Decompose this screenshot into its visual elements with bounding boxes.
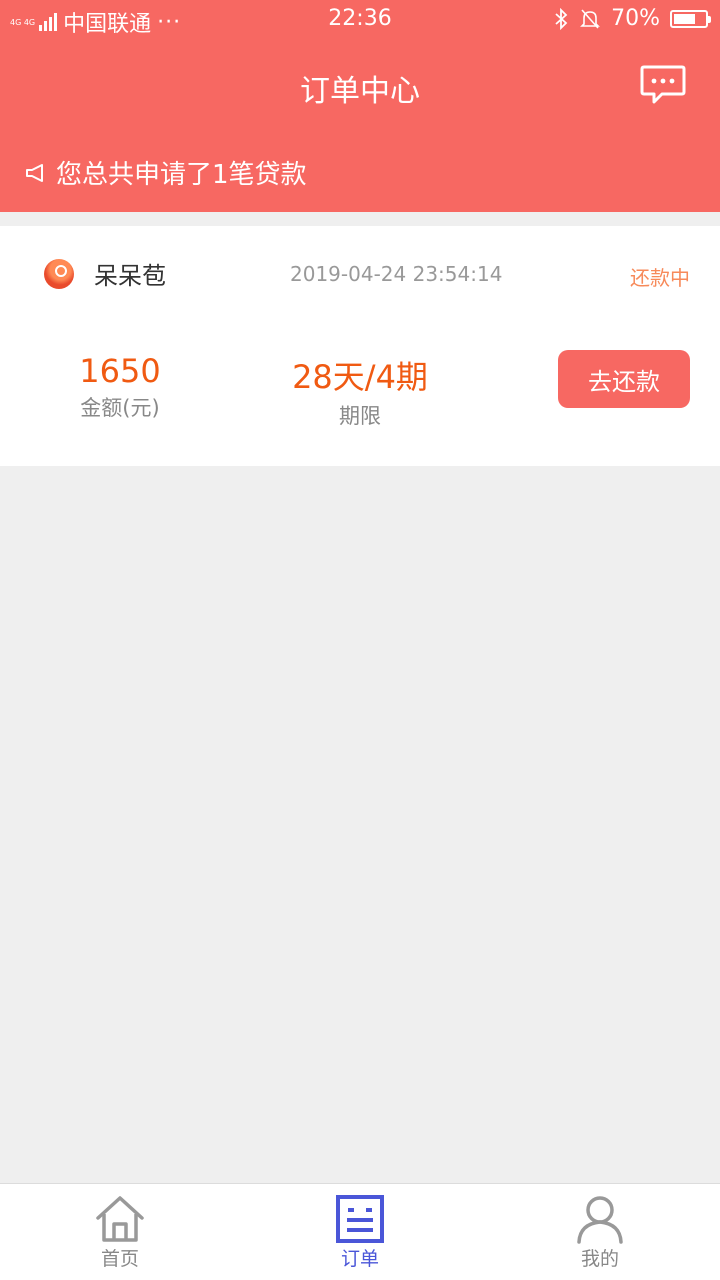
bluetooth-icon bbox=[555, 7, 568, 30]
battery-percent: 70% bbox=[611, 6, 660, 31]
tab-home-label: 首页 bbox=[100, 1248, 139, 1270]
amount-stat: 1650 金额(元) bbox=[60, 352, 180, 422]
status-bar: 4G 4G 中国联通 ··· 22:36 70% bbox=[0, 0, 720, 40]
user-icon bbox=[577, 1196, 623, 1244]
order-card[interactable]: 呆呆苞 2019-04-24 23:54:14 还款中 1650 金额(元) 2… bbox=[0, 226, 720, 466]
header: 4G 4G 中国联通 ··· 22:36 70% 订单中心 您总共申请了1笔贷款 bbox=[0, 0, 720, 212]
tab-home[interactable]: 首页 bbox=[60, 1184, 180, 1280]
notice-banner: 您总共申请了1笔贷款 bbox=[24, 154, 307, 191]
home-icon bbox=[96, 1196, 144, 1242]
term-label: 期限 bbox=[339, 404, 381, 428]
bell-muted-icon bbox=[580, 8, 601, 29]
amount-label: 金额(元) bbox=[80, 396, 160, 420]
status-right: 70% bbox=[553, 6, 711, 31]
tab-orders[interactable]: 订单 bbox=[300, 1184, 420, 1280]
page-title: 订单中心 bbox=[300, 74, 420, 109]
order-list-icon bbox=[336, 1195, 384, 1243]
message-button[interactable] bbox=[640, 64, 686, 106]
tab-bar: 首页 订单 我的 bbox=[0, 1183, 720, 1280]
battery-level bbox=[674, 13, 695, 24]
repay-button[interactable]: 去还款 bbox=[558, 350, 690, 408]
product-name: 呆呆苞 bbox=[94, 262, 166, 290]
product-logo bbox=[44, 259, 74, 289]
term-value: 28天/4期 bbox=[292, 358, 428, 396]
tab-mine-label: 我的 bbox=[580, 1248, 619, 1270]
term-stat: 28天/4期 期限 bbox=[270, 352, 450, 430]
amount-value: 1650 bbox=[79, 352, 161, 390]
tab-mine[interactable]: 我的 bbox=[540, 1184, 660, 1280]
megaphone-icon bbox=[26, 163, 43, 182]
tab-orders-label: 订单 bbox=[340, 1248, 379, 1270]
order-time: 2019-04-24 23:54:14 bbox=[290, 262, 503, 286]
notice-text: 您总共申请了1笔贷款 bbox=[56, 160, 307, 190]
order-status: 还款中 bbox=[630, 266, 690, 290]
battery-icon bbox=[670, 9, 711, 28]
chat-bubble-icon bbox=[640, 65, 686, 104]
